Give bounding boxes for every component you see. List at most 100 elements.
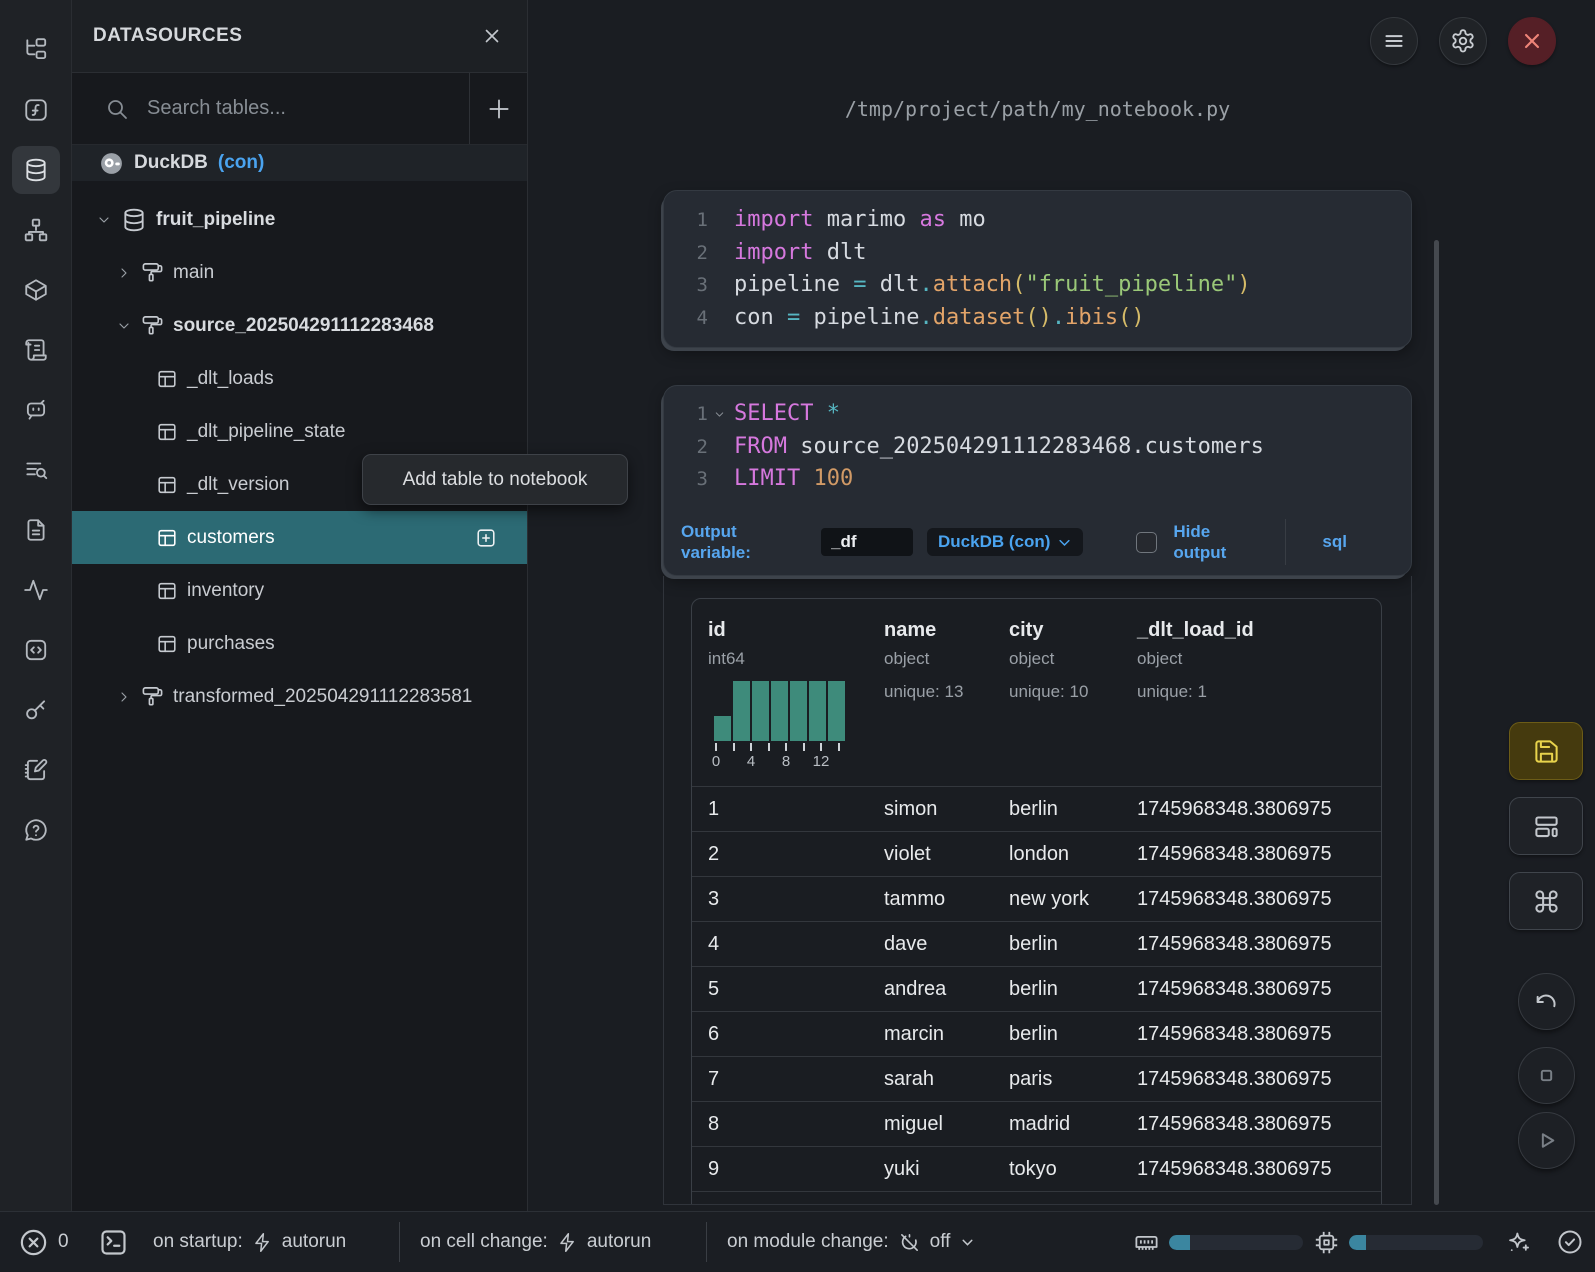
rail-item-code-square[interactable] bbox=[0, 620, 71, 680]
notebook-pen-icon bbox=[23, 757, 49, 783]
settings-button[interactable] bbox=[1439, 17, 1487, 65]
rail-item-file-text[interactable] bbox=[0, 500, 71, 560]
column-header-dlt-load-id[interactable]: _dlt_load_id object unique: 1 bbox=[1137, 619, 1382, 786]
status-divider bbox=[706, 1222, 707, 1262]
tree-item-label: inventory bbox=[187, 580, 264, 602]
undo-button[interactable] bbox=[1518, 973, 1575, 1030]
file-tree-icon bbox=[23, 37, 49, 63]
rail-item-notebook-pen[interactable] bbox=[0, 740, 71, 800]
tree-item-label: fruit_pipeline bbox=[156, 209, 275, 231]
schema-icon bbox=[141, 314, 164, 337]
code-cell-python[interactable]: 1import marimo as mo2import dlt3pipeline… bbox=[663, 190, 1412, 348]
sitemap-icon bbox=[23, 217, 49, 243]
search-input[interactable] bbox=[147, 97, 407, 120]
column-header-city[interactable]: city object unique: 10 bbox=[1009, 619, 1137, 786]
circle-check-icon bbox=[1556, 1228, 1584, 1256]
close-panel-icon[interactable] bbox=[481, 25, 503, 47]
undo-icon bbox=[1534, 989, 1559, 1014]
table-icon bbox=[156, 527, 178, 549]
code-cell-sql[interactable]: 1SELECT *2FROM source_202504291112283468… bbox=[663, 385, 1412, 576]
on-module-change-setting[interactable]: on module change: off bbox=[727, 1212, 976, 1272]
tree-item-_dlt_pipeline_state[interactable]: _dlt_pipeline_state bbox=[72, 405, 527, 458]
tree-item-transformed_202504291112283581[interactable]: transformed_202504291112283581 bbox=[72, 670, 527, 723]
command-palette-button[interactable] bbox=[1509, 872, 1583, 930]
tree-item-inventory[interactable]: inventory bbox=[72, 564, 527, 617]
add-table-to-notebook-button[interactable] bbox=[475, 527, 497, 549]
connection-name: DuckDB bbox=[134, 152, 208, 174]
hide-output-checkbox[interactable] bbox=[1136, 532, 1157, 553]
code-line: 2FROM source_202504291112283468.customer… bbox=[664, 431, 1411, 464]
tree-item-customers[interactable]: customers bbox=[72, 511, 527, 564]
tree-item-source_202504291112283468[interactable]: source_202504291112283468 bbox=[72, 299, 527, 352]
key-icon bbox=[23, 697, 49, 723]
layout-icon bbox=[1533, 813, 1560, 840]
circle-x-icon bbox=[18, 1227, 49, 1258]
rail-item-file-tree[interactable] bbox=[0, 20, 71, 80]
stop-button[interactable] bbox=[1518, 1047, 1575, 1104]
close-window-button[interactable] bbox=[1508, 17, 1556, 65]
rail-item-bot[interactable] bbox=[0, 380, 71, 440]
rail-item-box[interactable] bbox=[0, 260, 71, 320]
table-row: 3tammonew york1745968348.3806975r bbox=[692, 876, 1381, 921]
output-variable-input[interactable] bbox=[821, 528, 913, 556]
table-row: 8miguelmadrid1745968348.3806975r bbox=[692, 1101, 1381, 1146]
save-button[interactable] bbox=[1509, 722, 1583, 780]
rail-item-database[interactable] bbox=[0, 140, 71, 200]
on-startup-setting[interactable]: on startup: autorun bbox=[153, 1212, 346, 1272]
code-square-icon bbox=[23, 637, 49, 663]
on-module-change-label: on module change: bbox=[727, 1231, 889, 1253]
column-header-name[interactable]: name object unique: 13 bbox=[884, 619, 1009, 786]
datasources-panel: DATASOURCES DuckDB (con) fruit_pipelinem… bbox=[72, 0, 528, 1211]
table-icon bbox=[156, 633, 178, 655]
ai-assist-button[interactable] bbox=[1505, 1212, 1532, 1272]
cell-output-area: id int64 04812 name object unique: 13 ci… bbox=[663, 576, 1412, 1205]
rail-item-activity[interactable] bbox=[0, 560, 71, 620]
error-count: 0 bbox=[58, 1231, 69, 1253]
tree-item-label: _dlt_pipeline_state bbox=[187, 421, 345, 443]
tree-item-label: main bbox=[173, 262, 214, 284]
ram-icon bbox=[1133, 1229, 1160, 1256]
bot-icon bbox=[23, 397, 49, 423]
table-row: 9yukitokyo1745968348.3806975E bbox=[692, 1146, 1381, 1191]
error-counter[interactable]: 0 bbox=[18, 1212, 69, 1272]
tree-item-fruit_pipeline[interactable]: fruit_pipeline bbox=[72, 193, 527, 246]
table-row: 6marcinberlin1745968348.3806975z bbox=[692, 1011, 1381, 1056]
tree-item-label: _dlt_loads bbox=[187, 368, 274, 390]
on-cell-change-setting[interactable]: on cell change: autorun bbox=[420, 1212, 651, 1272]
help-circle-icon bbox=[23, 817, 49, 843]
terminal-button[interactable] bbox=[98, 1212, 129, 1272]
menu-button[interactable] bbox=[1370, 17, 1418, 65]
tree-item-label: _dlt_version bbox=[187, 474, 289, 496]
code-line: 1import marimo as mo bbox=[664, 204, 1411, 237]
on-module-change-value: off bbox=[930, 1231, 951, 1253]
search-box[interactable] bbox=[72, 73, 470, 144]
connection-status[interactable] bbox=[1556, 1212, 1584, 1272]
add-datasource-button[interactable] bbox=[470, 73, 527, 144]
notebook-scrollbar[interactable] bbox=[1434, 240, 1439, 1205]
tree-item-purchases[interactable]: purchases bbox=[72, 617, 527, 670]
language-badge-sql[interactable]: sql bbox=[1322, 532, 1347, 552]
rail-item-list-search[interactable] bbox=[0, 440, 71, 500]
tree-item-_dlt_loads[interactable]: _dlt_loads bbox=[72, 352, 527, 405]
sparkles-icon bbox=[1505, 1229, 1532, 1256]
connection-duckdb[interactable]: DuckDB (con) bbox=[72, 145, 527, 181]
run-button[interactable] bbox=[1518, 1112, 1575, 1169]
save-icon bbox=[1533, 738, 1560, 765]
rail-item-sitemap[interactable] bbox=[0, 200, 71, 260]
table-row: 5andreaberlin1745968348.3806975k bbox=[692, 966, 1381, 1011]
rail-item-scroll[interactable] bbox=[0, 320, 71, 380]
rail-item-key[interactable] bbox=[0, 680, 71, 740]
engine-dropdown[interactable]: DuckDB (con) bbox=[927, 528, 1083, 556]
table-icon bbox=[156, 580, 178, 602]
rail-item-function-square[interactable] bbox=[0, 80, 71, 140]
terminal-icon bbox=[98, 1227, 129, 1258]
on-cell-change-value: autorun bbox=[587, 1231, 651, 1253]
rail-item-help-circle[interactable] bbox=[0, 800, 71, 860]
database-icon bbox=[23, 157, 49, 183]
ram-usage bbox=[1133, 1212, 1303, 1272]
tree-item-main[interactable]: main bbox=[72, 246, 527, 299]
column-header-id[interactable]: id int64 04812 bbox=[708, 619, 884, 786]
tree-item-label: customers bbox=[187, 527, 275, 549]
layout-button[interactable] bbox=[1509, 797, 1583, 855]
menu-icon bbox=[1381, 28, 1407, 54]
